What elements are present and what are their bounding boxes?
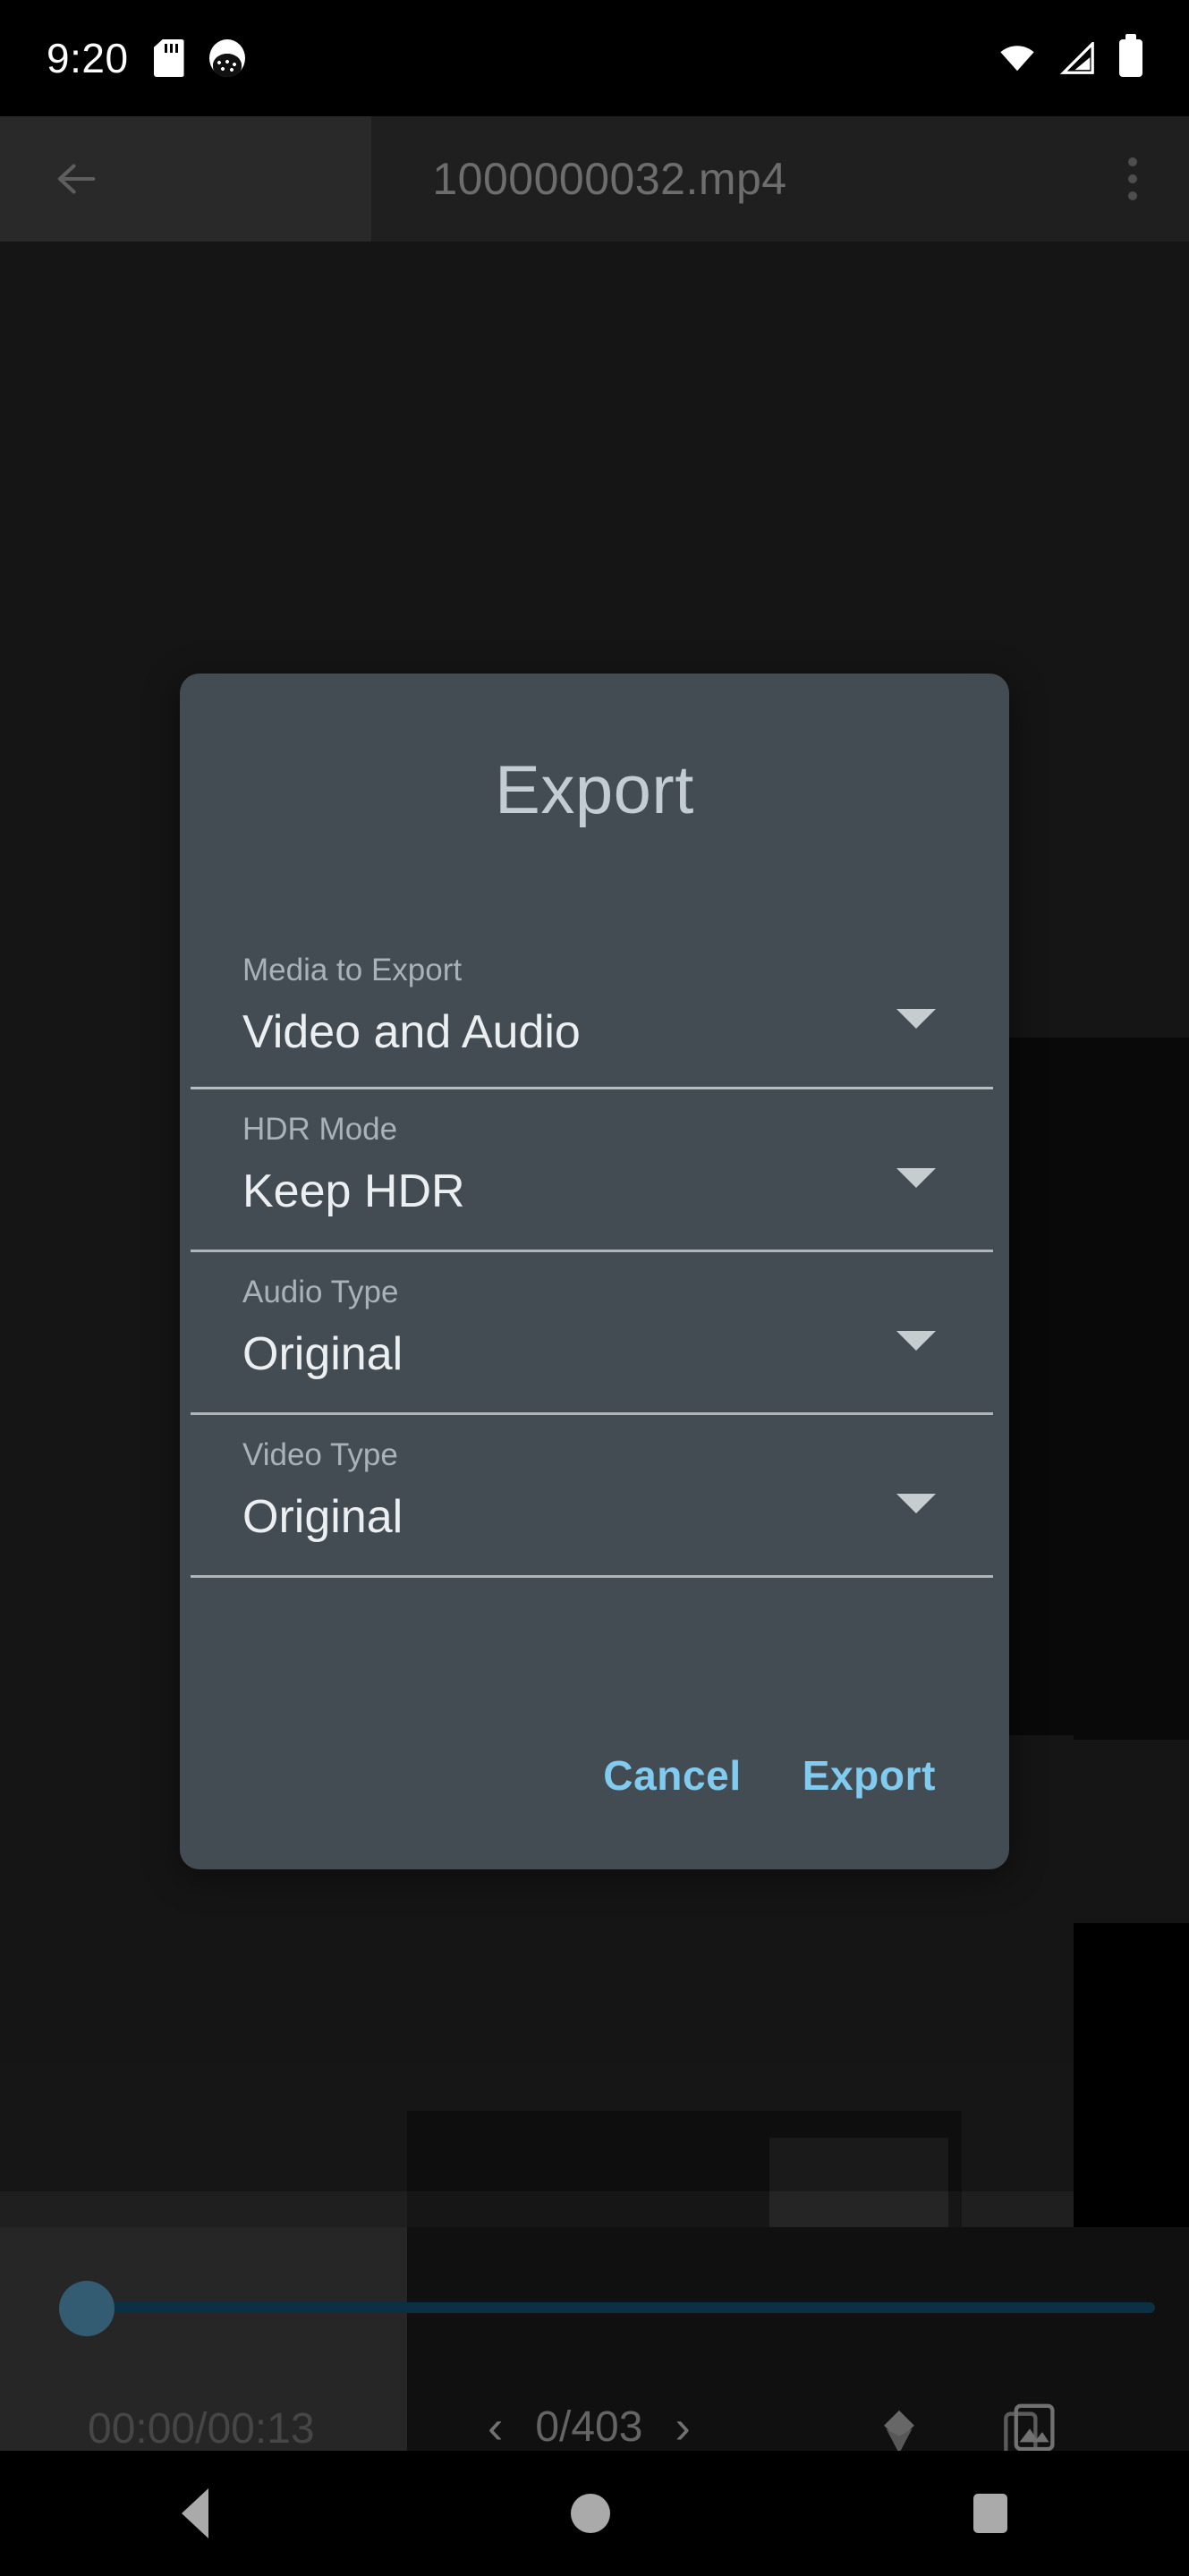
export-button[interactable]: Export [772,1728,966,1823]
battery-icon [1119,34,1142,77]
overflow-menu-icon[interactable] [1126,157,1139,200]
field-value: Keep HDR [242,1165,465,1217]
cellular-signal-icon [1060,42,1094,74]
back-arrow-icon[interactable] [50,153,102,205]
chevron-down-icon[interactable] [896,1494,936,1513]
field-video-type[interactable]: Video Type Original [191,1415,998,1578]
field-divider [191,1575,993,1578]
field-audio-type[interactable]: Audio Type Original [191,1252,998,1415]
android-nav-bar [0,2451,1189,2576]
dialog-fields: Media to Export Video and Audio HDR Mode… [180,930,1009,1578]
status-bar: 9:20 [0,0,1189,116]
field-label: Video Type [242,1437,398,1472]
cancel-button[interactable]: Cancel [573,1728,771,1823]
cat-notification-icon [208,39,245,77]
nav-recents-icon[interactable] [973,2494,1008,2533]
nav-back-icon[interactable] [181,2488,208,2538]
field-value: Original [242,1328,403,1380]
field-value: Video and Audio [242,1006,581,1058]
sd-card-icon [154,39,184,77]
field-hdr-mode[interactable]: HDR Mode Keep HDR [191,1089,998,1252]
dialog-actions: Cancel Export [180,1728,1009,1869]
status-clock: 9:20 [47,35,129,81]
field-value: Original [242,1491,403,1543]
field-media-to-export[interactable]: Media to Export Video and Audio [191,930,998,1089]
chevron-down-icon[interactable] [896,1168,936,1188]
field-label: Audio Type [242,1275,399,1309]
nav-home-icon[interactable] [571,2494,611,2533]
status-bar-right [998,34,1142,77]
chevron-down-icon[interactable] [896,1009,936,1029]
export-dialog: Export Media to Export Video and Audio H… [180,674,1009,1869]
wifi-icon [1000,46,1034,72]
status-bar-left: 9:20 [47,38,245,79]
chevron-down-icon[interactable] [896,1331,936,1351]
page-title: 1000000032.mp4 [432,154,787,204]
field-label: Media to Export [242,953,463,987]
dialog-title: Export [495,752,694,828]
field-label: HDR Mode [242,1112,398,1147]
phone-screen: 9:20 1000000032.mp4 00:00/00:13 ‹ 0/403 … [0,0,1189,2576]
